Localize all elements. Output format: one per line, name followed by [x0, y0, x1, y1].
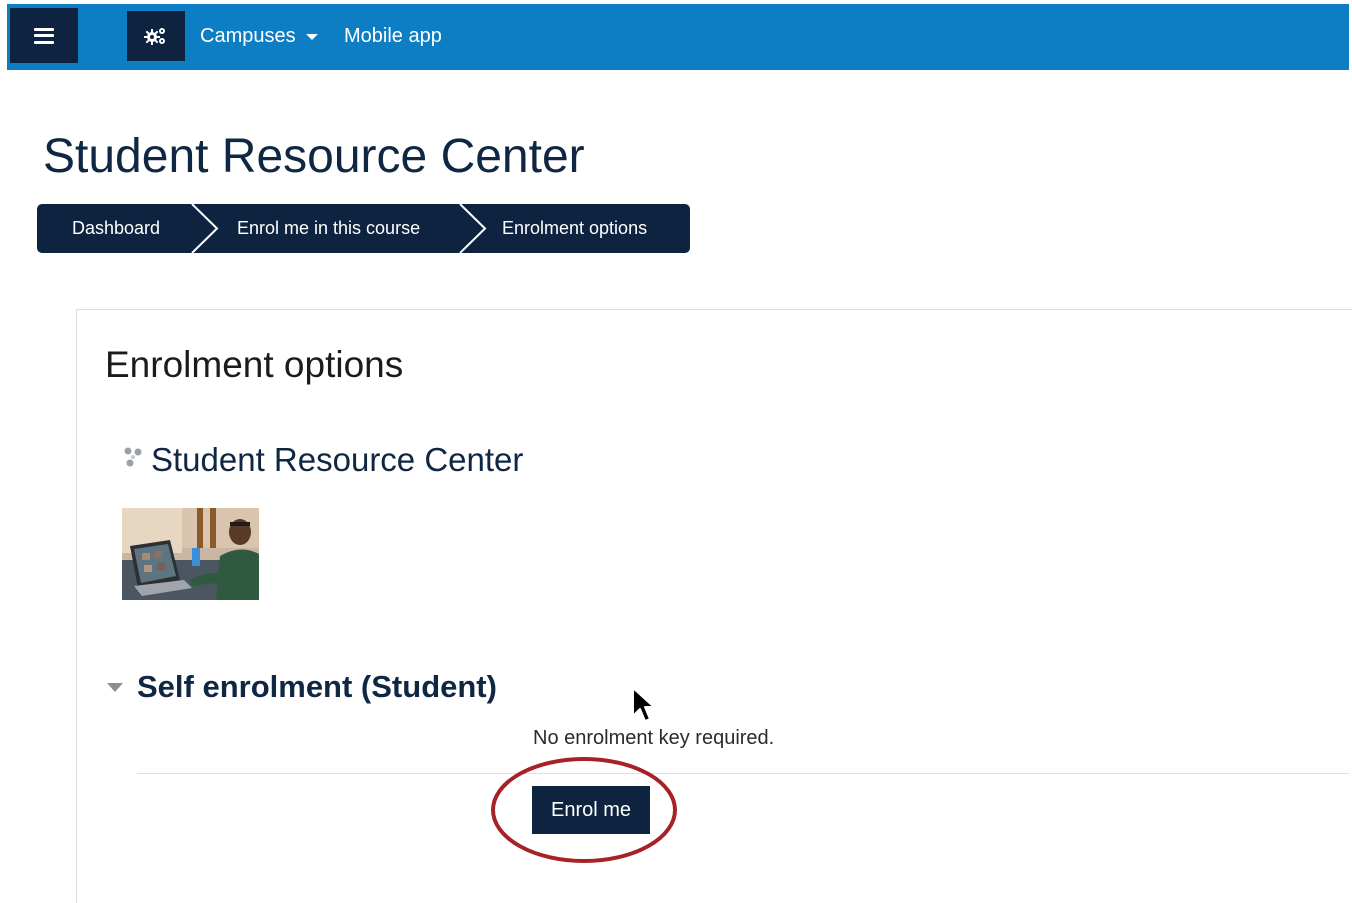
content-card: [76, 309, 1352, 903]
enrolment-key-note: No enrolment key required.: [533, 727, 775, 749]
course-dots-icon: [124, 447, 142, 467]
breadcrumb-separator-icon: [191, 204, 219, 253]
form-divider: [137, 773, 1349, 774]
enrol-me-button[interactable]: Enrol me: [532, 786, 650, 834]
caret-down-icon: [305, 34, 318, 40]
site-admin-button[interactable]: [127, 11, 185, 61]
gears-icon: [144, 28, 165, 45]
breadcrumb-item-enrolment-options: Enrolment options: [502, 218, 648, 238]
breadcrumb-separator-icon: [459, 204, 487, 253]
campuses-dropdown[interactable]: Campuses: [200, 24, 318, 48]
breadcrumb-item-dashboard[interactable]: Dashboard: [72, 204, 160, 253]
nav-drawer-toggle[interactable]: [10, 8, 78, 63]
screen: Campuses Mobile app Student Resource Cen…: [0, 0, 1352, 903]
enrol-method-heading[interactable]: Self enrolment (Student): [137, 667, 497, 707]
campuses-label: Campuses: [200, 25, 296, 47]
collapse-toggle-icon[interactable]: [107, 683, 123, 692]
section-heading: Enrolment options: [105, 344, 404, 385]
breadcrumb-item-enrol-course[interactable]: Enrol me in this course: [237, 204, 420, 253]
mobile-app-link[interactable]: Mobile app: [344, 24, 442, 48]
course-title-link[interactable]: Student Resource Center: [151, 439, 523, 481]
hamburger-menu-icon: [34, 27, 54, 44]
course-thumbnail-image: [122, 508, 259, 600]
breadcrumb: Dashboard Enrol me in this course Enrolm…: [37, 204, 690, 253]
top-navbar: Campuses Mobile app: [7, 4, 1349, 70]
page-title: Student Resource Center: [43, 130, 585, 183]
